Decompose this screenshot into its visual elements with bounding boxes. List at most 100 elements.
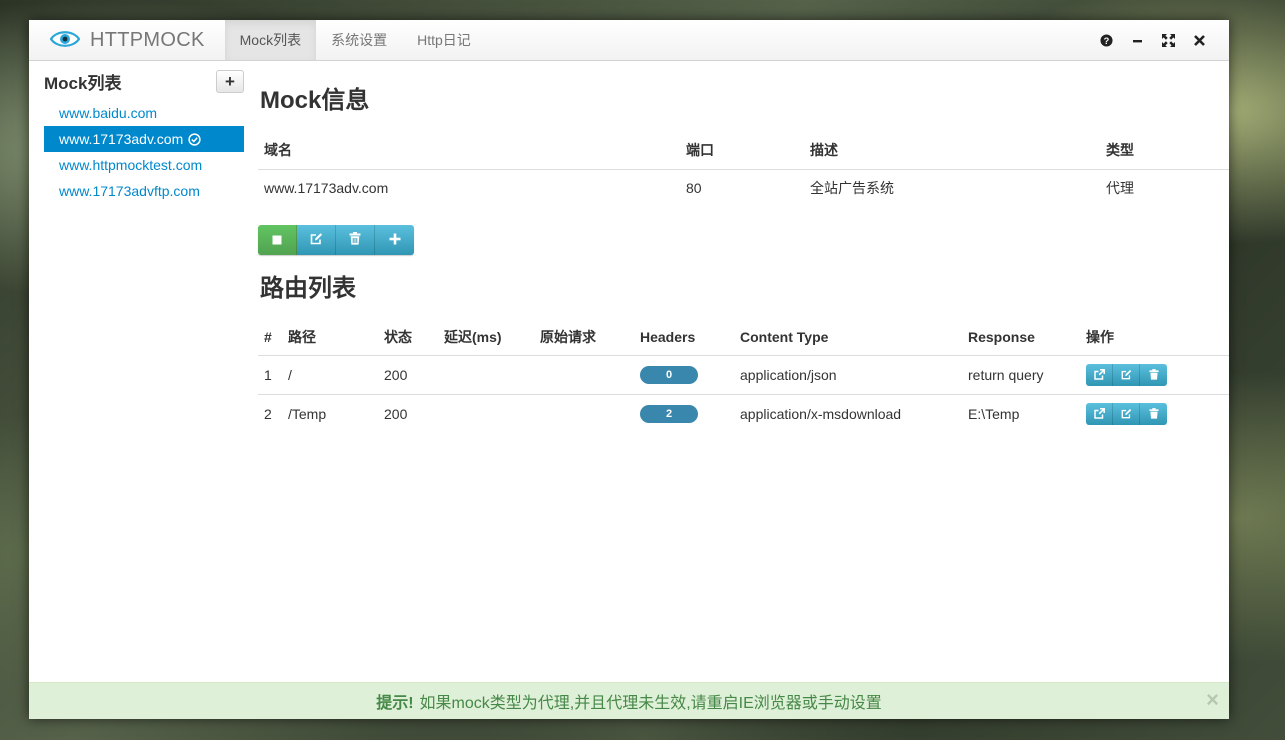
minimize-icon[interactable] <box>1122 20 1153 60</box>
cell-raw-request <box>534 394 634 433</box>
sidebar-item-baidu[interactable]: www.baidu.com <box>44 100 244 126</box>
sidebar-item-label: www.17173advftp.com <box>59 183 200 199</box>
cell-headers: 0 <box>634 355 734 394</box>
edit-icon <box>1121 367 1132 383</box>
trash-icon <box>1148 406 1159 422</box>
tip-alert: 提示! 如果mock类型为代理,并且代理未生效,请重启IE浏览器或手动设置 × <box>29 682 1229 719</box>
sidebar-item-httpmocktest[interactable]: www.httpmocktest.com <box>44 152 244 178</box>
route-action-buttons <box>1086 402 1167 425</box>
alert-close-button[interactable]: × <box>1206 689 1219 711</box>
mock-list: www.baidu.com www.17173adv.com www.httpm… <box>44 100 244 204</box>
cell-content-type: application/x-msdownload <box>740 405 902 422</box>
fullscreen-icon[interactable] <box>1153 20 1184 60</box>
cell-delay <box>438 355 534 394</box>
tab-http-log[interactable]: Http日记 <box>402 20 486 60</box>
headers-count-badge[interactable]: 2 <box>640 405 698 424</box>
sidebar: Mock列表 + www.baidu.com www.17173adv.com … <box>44 68 244 204</box>
table-row: 1 / 200 0 application/json return query <box>258 355 1229 394</box>
cell-actions <box>1080 355 1229 394</box>
cell-num: 1 <box>264 366 272 383</box>
col-port: 端口 <box>686 142 714 159</box>
open-route-button[interactable] <box>1086 363 1113 386</box>
main-content: Mock信息 域名 端口 描述 类型 www.17173adv.com 80 全… <box>258 80 1229 433</box>
sidebar-item-label: www.17173adv.com <box>59 131 184 147</box>
stop-icon <box>272 232 282 248</box>
cell-content-type: application/json <box>740 366 837 383</box>
col-actions: 操作 <box>1086 329 1114 346</box>
cell-response: E:\Temp <box>968 405 1020 422</box>
add-mock-button[interactable]: + <box>216 69 244 93</box>
svg-text:?: ? <box>1104 36 1110 46</box>
cell-domain: www.17173adv.com <box>264 180 389 197</box>
open-route-button[interactable] <box>1086 402 1113 425</box>
add-route-button[interactable] <box>375 225 414 255</box>
delete-mock-button[interactable] <box>336 225 375 255</box>
mock-info-title: Mock信息 <box>260 87 370 114</box>
delete-route-button[interactable] <box>1140 363 1167 386</box>
sidebar-item-label: www.baidu.com <box>59 105 158 121</box>
cell-port: 80 <box>686 180 702 197</box>
alert-message: 如果mock类型为代理,并且代理未生效,请重启IE浏览器或手动设置 <box>419 695 882 712</box>
col-raw-request: 原始请求 <box>540 329 596 346</box>
headers-count-badge[interactable]: 0 <box>640 366 698 384</box>
cell-num: 2 <box>264 405 272 422</box>
col-num: # <box>264 329 272 346</box>
cell-actions <box>1080 394 1229 433</box>
table-header-row: # 路径 状态 延迟(ms) 原始请求 Headers Content Type… <box>258 320 1229 355</box>
edit-icon <box>1121 406 1132 422</box>
help-icon[interactable]: ? <box>1091 20 1122 60</box>
cell-type: 代理 <box>1106 180 1134 197</box>
sidebar-item-17173advftp[interactable]: www.17173advftp.com <box>44 178 244 204</box>
route-table: # 路径 状态 延迟(ms) 原始请求 Headers Content Type… <box>258 320 1229 433</box>
delete-route-button[interactable] <box>1140 402 1167 425</box>
cell-headers: 2 <box>634 394 734 433</box>
window-controls: ? <box>1091 20 1215 60</box>
app-window: HTTPMOCK Mock列表 系统设置 Http日记 ? Mock列表 + w… <box>29 20 1229 719</box>
col-status: 状态 <box>384 329 412 346</box>
table-header-row: 域名 端口 描述 类型 <box>258 132 1229 169</box>
edit-mock-button[interactable] <box>297 225 336 255</box>
table-row: 2 /Temp 200 2 application/x-msdownload E… <box>258 394 1229 433</box>
sidebar-title: Mock列表 <box>44 73 122 93</box>
cell-path: /Temp <box>288 405 327 422</box>
table-row: www.17173adv.com 80 全站广告系统 代理 <box>258 169 1229 207</box>
sidebar-item-label: www.httpmocktest.com <box>59 157 203 173</box>
col-content-type: Content Type <box>740 329 829 346</box>
route-list-title: 路由列表 <box>260 275 356 302</box>
tab-system-settings[interactable]: 系统设置 <box>316 20 402 60</box>
sidebar-header: Mock列表 + <box>44 68 244 94</box>
close-icon[interactable] <box>1184 20 1215 60</box>
mock-action-buttons <box>258 225 414 255</box>
navbar: HTTPMOCK Mock列表 系统设置 Http日记 ? <box>29 20 1229 61</box>
col-path: 路径 <box>288 329 316 346</box>
edit-route-button[interactable] <box>1113 363 1140 386</box>
mock-info-table: 域名 端口 描述 类型 www.17173adv.com 80 全站广告系统 代… <box>258 132 1229 207</box>
edit-icon <box>310 232 323 248</box>
eye-icon <box>49 30 90 51</box>
share-icon <box>1093 406 1105 422</box>
col-type: 类型 <box>1106 142 1134 159</box>
trash-icon <box>1148 367 1159 383</box>
route-action-buttons <box>1086 363 1167 386</box>
alert-strong: 提示! <box>376 695 414 712</box>
edit-route-button[interactable] <box>1113 402 1140 425</box>
brand[interactable]: HTTPMOCK <box>29 20 225 60</box>
cell-status: 200 <box>384 366 408 383</box>
plus-icon <box>389 232 401 248</box>
cell-path: / <box>288 366 292 383</box>
share-icon <box>1093 367 1105 383</box>
cell-raw-request <box>534 355 634 394</box>
trash-icon <box>349 232 361 248</box>
cell-response: return query <box>968 366 1044 383</box>
col-domain: 域名 <box>264 142 292 159</box>
cell-delay <box>438 394 534 433</box>
check-circle-icon <box>188 132 201 146</box>
col-description: 描述 <box>810 142 838 159</box>
tab-mock-list[interactable]: Mock列表 <box>224 20 317 60</box>
col-delay: 延迟(ms) <box>444 329 502 346</box>
sidebar-item-17173adv[interactable]: www.17173adv.com <box>44 126 244 152</box>
col-headers: Headers <box>640 329 696 346</box>
cell-description: 全站广告系统 <box>810 180 894 197</box>
app-title: HTTPMOCK <box>90 28 205 51</box>
stop-button[interactable] <box>258 225 297 255</box>
